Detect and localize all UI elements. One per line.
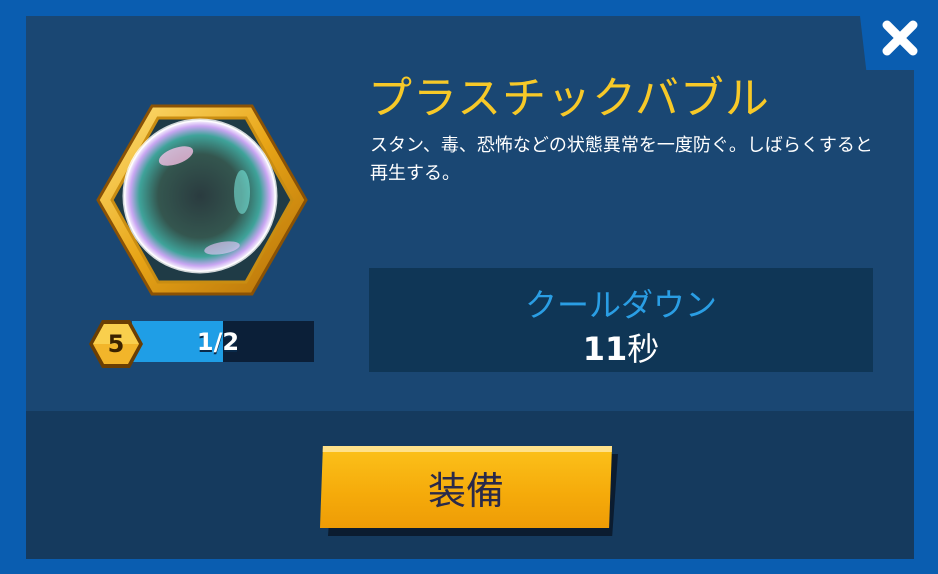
equip-button[interactable]: 装備	[320, 446, 612, 528]
close-button[interactable]	[876, 14, 924, 62]
item-title: プラスチックバブル	[368, 73, 770, 124]
cooldown-label: クールダウン	[524, 286, 717, 324]
cooldown-value: 11秒	[369, 324, 873, 370]
progress-text: 1/2	[196, 327, 240, 356]
equip-button-label: 装備	[427, 468, 504, 513]
cooldown-number: 11	[582, 330, 628, 368]
bubble-item-icon	[92, 100, 312, 300]
level-progress-bar: 1/2	[132, 321, 314, 362]
cooldown-unit: 秒	[627, 330, 660, 368]
close-icon	[882, 20, 918, 56]
cooldown-box: クールダウン 11秒	[369, 268, 873, 372]
item-description: スタン、毒、恐怖などの状態異常を一度防ぐ。しばらくすると再生する。	[370, 135, 873, 184]
level-number: 5	[107, 330, 125, 358]
